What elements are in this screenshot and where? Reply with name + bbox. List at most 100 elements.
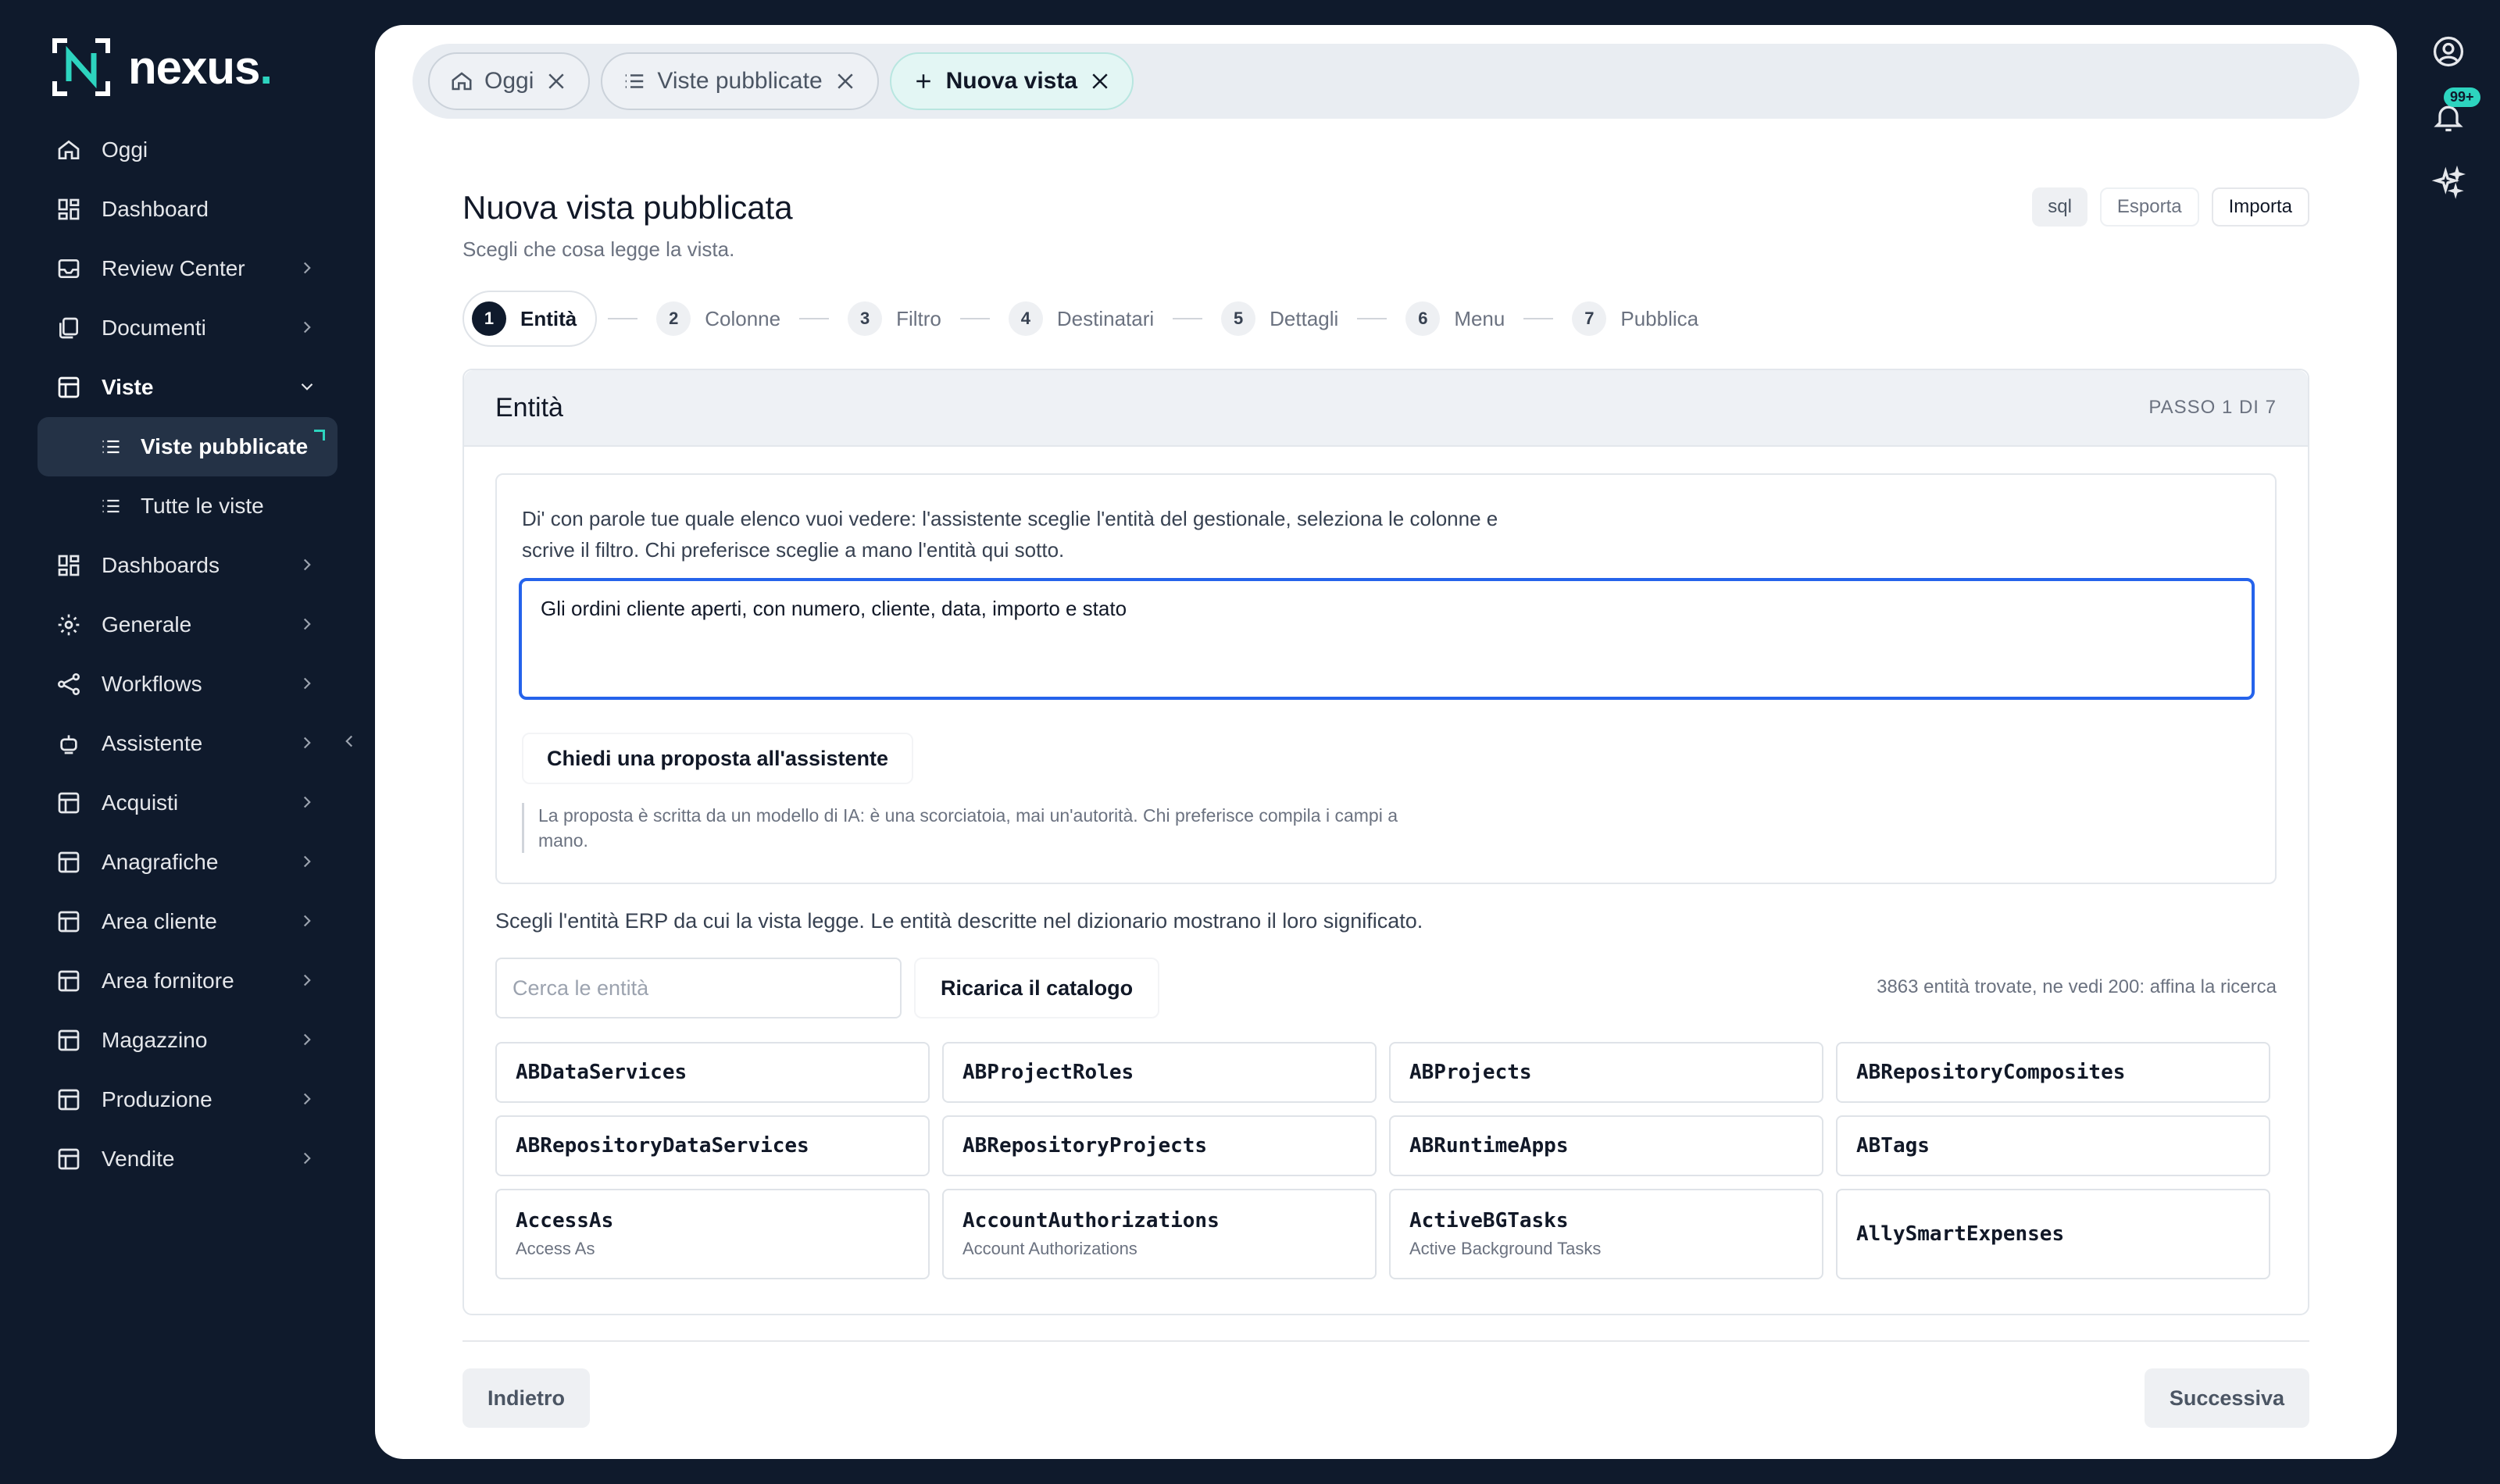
entity-name: ABRepositoryDataServices	[516, 1134, 809, 1158]
chevron-right-icon	[303, 855, 311, 868]
chevron-right-icon	[303, 677, 311, 690]
reload-catalog-button[interactable]: Ricarica il catalogo	[914, 958, 1160, 1018]
entity-grid: ABDataServices ABProjectRoles ABProjects…	[495, 1042, 2277, 1279]
tab-viste-pubblicate[interactable]: Viste pubblicate	[601, 52, 879, 110]
sidebar-item-review-center[interactable]: Review Center	[38, 239, 338, 298]
step-filtro[interactable]: 3 Filtro	[840, 291, 949, 347]
sidebar-item-produzione[interactable]: Produzione	[38, 1070, 338, 1129]
sidebar-item-label: Acquisti	[102, 790, 179, 815]
entity-count: 3863 entità trovate, ne vedi 200: affina…	[1877, 976, 2277, 997]
step-dettagli[interactable]: 5 Dettagli	[1213, 291, 1346, 347]
sidebar-item-label: Area fornitore	[102, 969, 234, 993]
step-separator	[959, 318, 990, 319]
assistant-prompt-input[interactable]: Gli ordini cliente aperti, con numero, c…	[519, 578, 2255, 700]
entity-card-item[interactable]: ABRepositoryComposites	[1836, 1042, 2270, 1103]
export-button[interactable]: Esporta	[2099, 187, 2199, 227]
entity-card: Entità PASSO 1 DI 7 Di' con parole tue q…	[462, 369, 2309, 1315]
entity-card-item[interactable]: ABTags	[1836, 1115, 2270, 1176]
ask-assistant-button[interactable]: Chiedi una proposta all'assistente	[522, 733, 914, 784]
step-destinatari[interactable]: 4 Destinatari	[1001, 291, 1162, 347]
sidebar-item-label: Dashboards	[102, 553, 220, 577]
sidebar-item-assistente[interactable]: Assistente	[38, 714, 338, 773]
sidebar-item-generale[interactable]: Generale	[38, 595, 338, 655]
sidebar-item-magazzino[interactable]: Magazzino	[38, 1011, 338, 1070]
entity-name: ActiveBGTasks	[1409, 1209, 1569, 1233]
tab-oggi[interactable]: Oggi	[428, 52, 591, 110]
table-icon	[55, 1026, 83, 1054]
entity-card-item[interactable]: AccessAs Access As	[495, 1189, 930, 1279]
sidebar-item-anagrafiche[interactable]: Anagrafiche	[38, 833, 338, 892]
entity-search-input[interactable]	[495, 958, 902, 1018]
table-icon	[55, 1086, 83, 1114]
sidebar-item-label: Anagrafiche	[102, 850, 219, 874]
sidebar-item-workflows[interactable]: Workflows	[38, 655, 338, 714]
chevron-down-icon	[301, 383, 313, 391]
step-label: Filtro	[896, 306, 941, 330]
step-number: 6	[1405, 301, 1441, 336]
gear-icon	[55, 611, 83, 639]
step-menu[interactable]: 6 Menu	[1398, 291, 1512, 347]
close-icon[interactable]	[1088, 70, 1112, 93]
tab-label: Viste pubblicate	[657, 68, 823, 94]
sidebar-item-tutte-le-viste[interactable]: Tutte le viste	[38, 476, 338, 536]
sidebar-item-label: Dashboard	[102, 197, 209, 221]
entity-card-item[interactable]: ABProjectRoles	[942, 1042, 1377, 1103]
sparkles-icon[interactable]	[2431, 166, 2466, 200]
entity-name: ABProjectRoles	[962, 1061, 1134, 1084]
step-pubblica[interactable]: 7 Pubblica	[1564, 291, 1706, 347]
sidebar-item-area-fornitore[interactable]: Area fornitore	[38, 951, 338, 1011]
sidebar-item-dashboard[interactable]: Dashboard	[38, 180, 338, 239]
sidebar-item-vendite[interactable]: Vendite	[38, 1129, 338, 1189]
back-button[interactable]: Indietro	[462, 1368, 590, 1428]
entity-card-item[interactable]: ABProjects	[1389, 1042, 1823, 1103]
sidebar-item-label: Magazzino	[102, 1028, 208, 1052]
step-number: 3	[848, 301, 883, 336]
entity-card-item[interactable]: ABRepositoryDataServices	[495, 1115, 930, 1176]
step-indicator: PASSO 1 DI 7	[2148, 397, 2277, 418]
close-icon[interactable]	[834, 70, 857, 93]
close-icon[interactable]	[545, 70, 568, 93]
footer-divider	[462, 1340, 2309, 1342]
step-separator	[1523, 318, 1554, 319]
entity-name: AccountAuthorizations	[962, 1209, 1220, 1233]
table-icon	[55, 908, 83, 936]
chevron-right-icon	[303, 262, 311, 274]
entity-card-item[interactable]: ABRuntimeApps	[1389, 1115, 1823, 1176]
home-icon	[452, 72, 472, 91]
entity-name: ABRuntimeApps	[1409, 1134, 1569, 1158]
bot-icon	[55, 730, 83, 758]
sidebar-item-oggi[interactable]: Oggi	[38, 120, 338, 180]
collapse-sidebar-icon[interactable]	[339, 731, 359, 751]
sql-button[interactable]: sql	[2032, 187, 2088, 227]
sidebar-item-label: Documenti	[102, 316, 206, 340]
sidebar-item-area-cliente[interactable]: Area cliente	[38, 892, 338, 951]
sidebar-item-documenti[interactable]: Documenti	[38, 298, 338, 358]
sidebar-item-viste[interactable]: Viste	[38, 358, 338, 417]
list-icon	[100, 436, 122, 458]
step-colonne[interactable]: 2 Colonne	[648, 291, 788, 347]
step-number: 7	[1572, 301, 1607, 336]
logo[interactable]: nexus.	[52, 37, 273, 97]
plus-icon	[916, 74, 930, 88]
step-entita[interactable]: 1 Entità	[462, 291, 598, 347]
sidebar-item-label: Oggi	[102, 137, 148, 162]
card-title: Entità	[495, 392, 563, 423]
entity-card-item[interactable]: ActiveBGTasks Active Background Tasks	[1389, 1189, 1823, 1279]
sidebar-item-acquisti[interactable]: Acquisti	[38, 773, 338, 833]
chevron-right-icon	[303, 796, 311, 808]
user-icon[interactable]	[2431, 34, 2466, 69]
sidebar-item-viste-pubblicate[interactable]: Viste pubblicate	[38, 417, 338, 476]
entity-card-item[interactable]: ABRepositoryProjects	[942, 1115, 1377, 1176]
list-icon	[626, 74, 644, 88]
import-button[interactable]: Importa	[2211, 187, 2309, 227]
entity-card-item[interactable]: ABDataServices	[495, 1042, 930, 1103]
sidebar-item-label: Generale	[102, 612, 192, 637]
tab-nuova-vista[interactable]: Nuova vista	[889, 52, 1134, 110]
entity-card-item[interactable]: AccountAuthorizations Account Authorizat…	[942, 1189, 1377, 1279]
sidebar-item-dashboards[interactable]: Dashboards	[38, 536, 338, 595]
entity-card-item[interactable]: AllySmartExpenses	[1836, 1189, 2270, 1279]
next-button[interactable]: Successiva	[2144, 1368, 2309, 1428]
step-label: Pubblica	[1620, 306, 1699, 330]
entity-description: Account Authorizations	[962, 1239, 1138, 1258]
assistant-panel: Di' con parole tue quale elenco vuoi ved…	[495, 473, 2277, 884]
